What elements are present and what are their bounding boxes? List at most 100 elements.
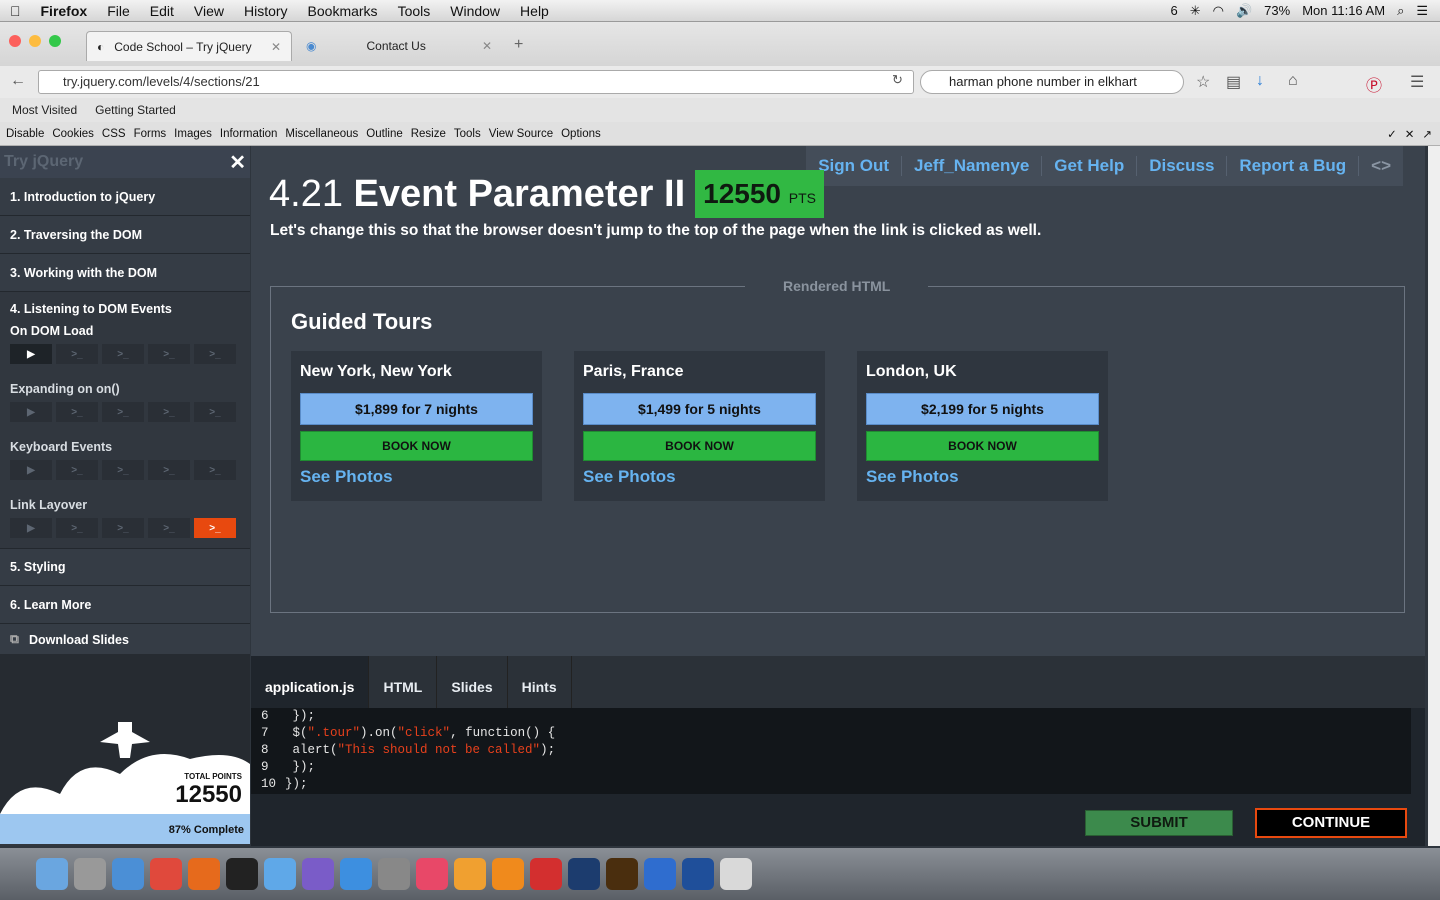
code-icon[interactable]: <>: [1359, 156, 1403, 176]
book-now-button[interactable]: BOOK NOW: [300, 431, 533, 461]
close-icon[interactable]: ✕: [1405, 127, 1415, 141]
itunes-icon[interactable]: [416, 858, 448, 890]
bookmark-most-visited[interactable]: Most Visited: [12, 103, 77, 117]
wifi-icon[interactable]: ◠: [1213, 3, 1224, 19]
dev-forms[interactable]: Forms: [134, 128, 167, 140]
menu-history[interactable]: History: [234, 3, 298, 19]
word-icon[interactable]: [682, 858, 714, 890]
get-help-link[interactable]: Get Help: [1042, 156, 1138, 176]
notification-badge[interactable]: 6: [1170, 3, 1177, 18]
step-challenge-icon[interactable]: >_: [148, 518, 190, 538]
close-sidebar-icon[interactable]: ✕: [229, 150, 246, 175]
section-link-layover[interactable]: Link Layover: [10, 490, 240, 518]
see-photos-link[interactable]: See Photos: [583, 467, 816, 487]
page-scrollbar[interactable]: [1428, 146, 1440, 846]
clock[interactable]: Mon 11:16 AM: [1302, 3, 1385, 18]
step-current-icon[interactable]: >_: [194, 518, 236, 538]
report-bug-link[interactable]: Report a Bug: [1227, 156, 1360, 176]
dev-cookies[interactable]: Cookies: [52, 128, 94, 140]
back-icon[interactable]: ←: [10, 72, 26, 90]
level-2[interactable]: 2. Traversing the DOM: [0, 216, 250, 254]
bookmark-star-icon[interactable]: ☆: [1196, 72, 1210, 92]
illustrator-icon[interactable]: [606, 858, 638, 890]
step-challenge-icon[interactable]: >_: [148, 460, 190, 480]
menu-app[interactable]: Firefox: [31, 3, 98, 19]
expand-icon[interactable]: ↗: [1422, 127, 1440, 141]
close-tab-icon[interactable]: ✕: [271, 40, 281, 54]
tab-application-js[interactable]: application.js: [251, 656, 370, 708]
volume-icon[interactable]: 🔊: [1236, 3, 1252, 19]
step-challenge-icon[interactable]: >_: [194, 460, 236, 480]
dev-miscellaneous[interactable]: Miscellaneous: [285, 128, 358, 140]
tour-price-button[interactable]: $2,199 for 5 nights: [866, 393, 1099, 425]
terminal-icon[interactable]: [226, 858, 258, 890]
level-6[interactable]: 6. Learn More: [0, 586, 250, 624]
new-tab-icon[interactable]: +: [514, 36, 523, 54]
bluetooth-icon[interactable]: ✳: [1190, 3, 1201, 19]
menu-edit[interactable]: Edit: [140, 3, 184, 19]
dev-outline[interactable]: Outline: [366, 128, 402, 140]
spotlight-icon[interactable]: ⌕: [1397, 3, 1404, 19]
level-1[interactable]: 1. Introduction to jQuery: [0, 178, 250, 216]
firefox-icon[interactable]: [188, 858, 220, 890]
zoom-window-button[interactable]: [49, 35, 61, 47]
check-icon[interactable]: ✓: [1387, 127, 1397, 141]
menu-tools[interactable]: Tools: [388, 3, 441, 19]
see-photos-link[interactable]: See Photos: [866, 467, 1099, 487]
close-tab-icon[interactable]: ✕: [482, 39, 492, 53]
reload-icon[interactable]: ↻: [892, 72, 903, 88]
section-keyboard-events[interactable]: Keyboard Events: [10, 432, 240, 460]
book-now-button[interactable]: BOOK NOW: [583, 431, 816, 461]
step-video-icon[interactable]: ▶: [10, 460, 52, 480]
step-video-icon[interactable]: ▶: [10, 402, 52, 422]
tab-slides[interactable]: Slides: [437, 656, 508, 708]
chrome-icon[interactable]: [150, 858, 182, 890]
close-window-button[interactable]: [9, 35, 21, 47]
imovie-icon[interactable]: [302, 858, 334, 890]
step-challenge-icon[interactable]: >_: [56, 518, 98, 538]
notification-center-icon[interactable]: ☰: [1416, 3, 1428, 19]
level-5[interactable]: 5. Styling: [0, 548, 250, 586]
section-on-dom-load[interactable]: On DOM Load: [10, 316, 240, 344]
home-icon[interactable]: ⌂: [1288, 72, 1298, 90]
tab-hints[interactable]: Hints: [508, 656, 572, 708]
trash-icon[interactable]: [720, 858, 752, 890]
reading-list-icon[interactable]: ▤: [1226, 72, 1241, 92]
dev-options[interactable]: Options: [561, 128, 601, 140]
step-challenge-icon[interactable]: >_: [56, 460, 98, 480]
ibooks-icon[interactable]: [454, 858, 486, 890]
menu-view[interactable]: View: [184, 3, 234, 19]
dev-images[interactable]: Images: [174, 128, 212, 140]
launchpad-icon[interactable]: [74, 858, 106, 890]
dev-disable[interactable]: Disable: [6, 128, 44, 140]
submit-button[interactable]: SUBMIT: [1085, 810, 1233, 836]
tour-price-button[interactable]: $1,899 for 7 nights: [300, 393, 533, 425]
dev-information[interactable]: Information: [220, 128, 278, 140]
menu-window[interactable]: Window: [440, 3, 510, 19]
tab-html[interactable]: HTML: [369, 656, 438, 708]
finder-icon[interactable]: [36, 858, 68, 890]
pinterest-icon[interactable]: Ⓟ: [1366, 72, 1382, 96]
step-challenge-icon[interactable]: >_: [194, 402, 236, 422]
step-challenge-icon[interactable]: >_: [56, 344, 98, 364]
menu-icon[interactable]: ☰: [1410, 72, 1424, 92]
acrobat-icon[interactable]: [530, 858, 562, 890]
tab-contact-us[interactable]: ◉ Contact Us ✕: [296, 31, 502, 61]
see-photos-link[interactable]: See Photos: [300, 467, 533, 487]
continue-button[interactable]: CONTINUE: [1255, 808, 1407, 838]
book-now-button[interactable]: BOOK NOW: [866, 431, 1099, 461]
bookmark-getting-started[interactable]: Getting Started: [95, 103, 176, 117]
step-challenge-icon[interactable]: >_: [102, 402, 144, 422]
tour-price-button[interactable]: $1,499 for 5 nights: [583, 393, 816, 425]
section-expanding-on[interactable]: Expanding on on(): [10, 374, 240, 402]
discuss-link[interactable]: Discuss: [1137, 156, 1228, 176]
tab-code-school[interactable]: ◐ Code School – Try jQuery ✕: [86, 31, 292, 61]
apple-icon[interactable]: : [0, 3, 31, 19]
step-video-icon[interactable]: ▶: [10, 518, 52, 538]
level-3[interactable]: 3. Working with the DOM: [0, 254, 250, 292]
step-challenge-icon[interactable]: >_: [102, 460, 144, 480]
webstorm-icon[interactable]: [644, 858, 676, 890]
dev-tools[interactable]: Tools: [454, 128, 481, 140]
download-slides-button[interactable]: ⧉ Download Slides: [0, 624, 250, 656]
dev-resize[interactable]: Resize: [411, 128, 446, 140]
